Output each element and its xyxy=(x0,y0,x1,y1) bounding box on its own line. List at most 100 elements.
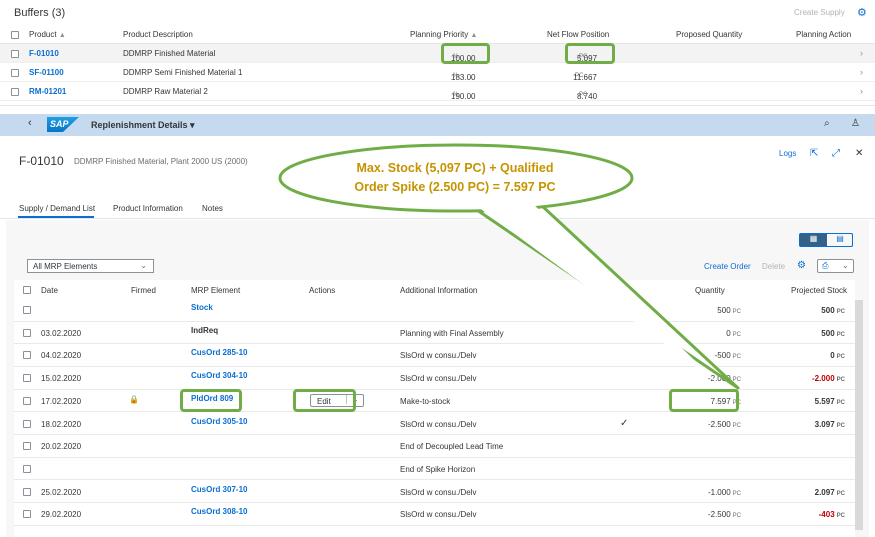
row-checkbox[interactable] xyxy=(11,50,19,58)
row-checkbox[interactable] xyxy=(23,464,31,473)
table-view-icon[interactable]: ▦ xyxy=(800,234,827,246)
search-icon[interactable]: ⌕ xyxy=(824,118,830,129)
table-row[interactable]: 04.02.2020 CusOrd 285-10 SlsOrd w consu./D… xyxy=(14,344,855,367)
mrp-element-link[interactable]: CusOrd 308-10 xyxy=(191,507,247,516)
row-checkbox[interactable] xyxy=(23,306,31,314)
column-header-description[interactable]: Product Description xyxy=(123,30,193,39)
table-row[interactable]: 03.02.2020 IndReq Planning with Final Asse… xyxy=(14,321,855,345)
row-checkbox[interactable] xyxy=(23,442,31,451)
row-quantity xyxy=(739,465,741,474)
chart-view-icon[interactable]: ▤ xyxy=(827,234,853,246)
additional-info: SlsOrd w consu./Delv xyxy=(400,419,477,429)
highlight-priority xyxy=(441,43,490,64)
mrp-element-filter-select[interactable]: All MRP Elements ⌄ xyxy=(27,259,154,273)
row-checkbox[interactable] xyxy=(23,396,31,405)
row-projected-stock: -2.000 PC xyxy=(811,374,845,384)
buffer-row[interactable]: RM-01201 DDMRP Raw Material 2 190.00% 8.… xyxy=(0,82,875,101)
tab-product-information[interactable]: Product Information xyxy=(113,204,183,213)
highlight-net-flow-position xyxy=(565,43,615,64)
product-link[interactable]: SF-01100 xyxy=(29,68,64,77)
row-checkbox[interactable] xyxy=(23,510,31,519)
row-checkbox[interactable] xyxy=(23,487,31,496)
row-checkbox[interactable] xyxy=(11,69,19,77)
row-checkbox[interactable] xyxy=(23,351,31,360)
tab-notes[interactable]: Notes xyxy=(202,204,223,213)
gear-icon[interactable]: ⚙ xyxy=(857,6,867,19)
row-checkbox[interactable] xyxy=(23,328,31,337)
row-projected-stock: 500 PC xyxy=(821,306,845,315)
mrp-element-link[interactable]: Stock xyxy=(191,303,213,312)
mrp-element-link: IndReq xyxy=(191,325,219,335)
chevron-down-icon: ⌄ xyxy=(842,261,849,270)
column-header-projected-stock[interactable]: Projected Stock xyxy=(791,286,847,295)
row-checkbox[interactable] xyxy=(23,419,31,428)
row-quantity: 0 PC xyxy=(726,328,741,338)
logs-link[interactable]: Logs xyxy=(779,149,796,158)
row-date: 03.02.2020 xyxy=(41,328,82,338)
table-row[interactable]: End of Spike Horizon xyxy=(14,457,855,481)
column-header-proposed-quantity[interactable]: Proposed Quantity xyxy=(676,30,742,39)
app-title-menu[interactable]: Replenishment Details ▾ xyxy=(91,120,195,131)
row-date: 29.02.2020 xyxy=(41,510,82,520)
product-link[interactable]: RM-01201 xyxy=(29,87,66,96)
table-row[interactable]: 15.02.2020 CusOrd 304-10 SlsOrd w consu./D… xyxy=(14,367,855,390)
view-toggle[interactable]: ▦ ▤ xyxy=(799,233,853,247)
create-order-button[interactable]: Create Order xyxy=(704,262,751,271)
column-header-mrp-element[interactable]: MRP Element xyxy=(191,286,240,295)
table-row[interactable]: 18.02.2020 CusOrd 305-10 SlsOrd w consu./D… xyxy=(14,412,855,436)
column-header-quantity[interactable]: Quantity xyxy=(695,286,725,295)
row-checkbox[interactable] xyxy=(23,374,31,383)
sort-ascending-icon: ▲ xyxy=(58,32,66,39)
additional-info: SlsOrd w consu./Delv xyxy=(400,510,477,520)
table-row[interactable]: 20.02.2020 End of Decoupled Lead Time xyxy=(14,435,855,458)
row-quantity: 500 PC xyxy=(717,306,741,315)
mrp-element-link[interactable]: CusOrd 307-10 xyxy=(191,485,247,494)
column-header-net-flow-position[interactable]: Net Flow Position xyxy=(547,30,609,39)
column-header-actions[interactable]: Actions xyxy=(309,286,335,295)
chevron-right-icon[interactable]: › xyxy=(860,48,863,58)
row-date: 15.02.2020 xyxy=(41,374,82,384)
additional-info: SlsOrd w consu./Delv xyxy=(400,374,477,384)
column-header-firmed[interactable]: Firmed xyxy=(131,286,156,295)
column-header-planning-action[interactable]: Planning Action xyxy=(796,30,851,39)
select-all-checkbox[interactable] xyxy=(23,286,31,294)
mrp-element-link[interactable]: CusOrd 304-10 xyxy=(191,371,247,380)
table-row[interactable]: Stock 500 PC 500 PC xyxy=(14,299,855,322)
additional-info: End of Decoupled Lead Time xyxy=(400,442,504,452)
product-description: DDMRP Finished Material xyxy=(123,49,216,58)
vertical-scrollbar[interactable] xyxy=(855,300,863,530)
export-icon: ⎙ xyxy=(822,261,829,270)
mrp-element-link[interactable]: CusOrd 285-10 xyxy=(191,348,247,357)
chevron-down-icon: ⌄ xyxy=(140,261,147,270)
delete-button[interactable]: Delete xyxy=(762,262,785,271)
column-header-date[interactable]: Date xyxy=(41,286,58,295)
fullscreen-icon[interactable]: ⤢ xyxy=(832,148,840,159)
sort-ascending-icon: ▲ xyxy=(470,32,478,39)
buffer-row[interactable]: F-01010 DDMRP Finished Material 100.00% … xyxy=(0,44,875,63)
share-icon[interactable]: ⇱ xyxy=(810,148,818,159)
create-supply-button[interactable]: Create Supply xyxy=(794,8,845,17)
user-icon[interactable]: ♙ xyxy=(851,118,860,129)
export-button[interactable]: ⎙ ⌄ xyxy=(817,259,854,273)
buffer-row[interactable]: SF-01100 DDMRP Semi Finished Material 1 … xyxy=(0,63,875,82)
tab-supply-demand[interactable]: Supply / Demand List xyxy=(19,204,95,213)
column-header-spike[interactable]: Spike xyxy=(614,286,634,295)
table-settings-icon[interactable]: ⚙ xyxy=(797,260,806,271)
table-row[interactable]: 29.02.2020 CusOrd 308-10 SlsOrd w consu./D… xyxy=(14,503,855,526)
row-checkbox[interactable] xyxy=(11,88,19,96)
mrp-element-link[interactable]: CusOrd 305-10 xyxy=(191,417,247,426)
column-header-priority[interactable]: Planning Priority ▲ xyxy=(410,30,477,39)
back-icon[interactable]: ‹ xyxy=(28,117,32,129)
row-quantity: -500 PC xyxy=(714,351,741,361)
sap-logo-text: SAP xyxy=(50,119,69,129)
column-header-additional-info[interactable]: Additional Information xyxy=(400,286,477,295)
row-date: 04.02.2020 xyxy=(41,351,82,361)
chevron-right-icon[interactable]: › xyxy=(860,67,863,77)
product-link[interactable]: F-01010 xyxy=(29,49,59,58)
table-row[interactable]: 25.02.2020 CusOrd 307-10 SlsOrd w consu./D… xyxy=(14,480,855,504)
close-icon[interactable]: ✕ xyxy=(855,148,863,159)
row-quantity: -2.000 PC xyxy=(707,374,741,384)
column-header-product[interactable]: Product ▲ xyxy=(29,30,66,39)
chevron-right-icon[interactable]: › xyxy=(860,86,863,96)
select-all-checkbox[interactable] xyxy=(11,31,19,39)
